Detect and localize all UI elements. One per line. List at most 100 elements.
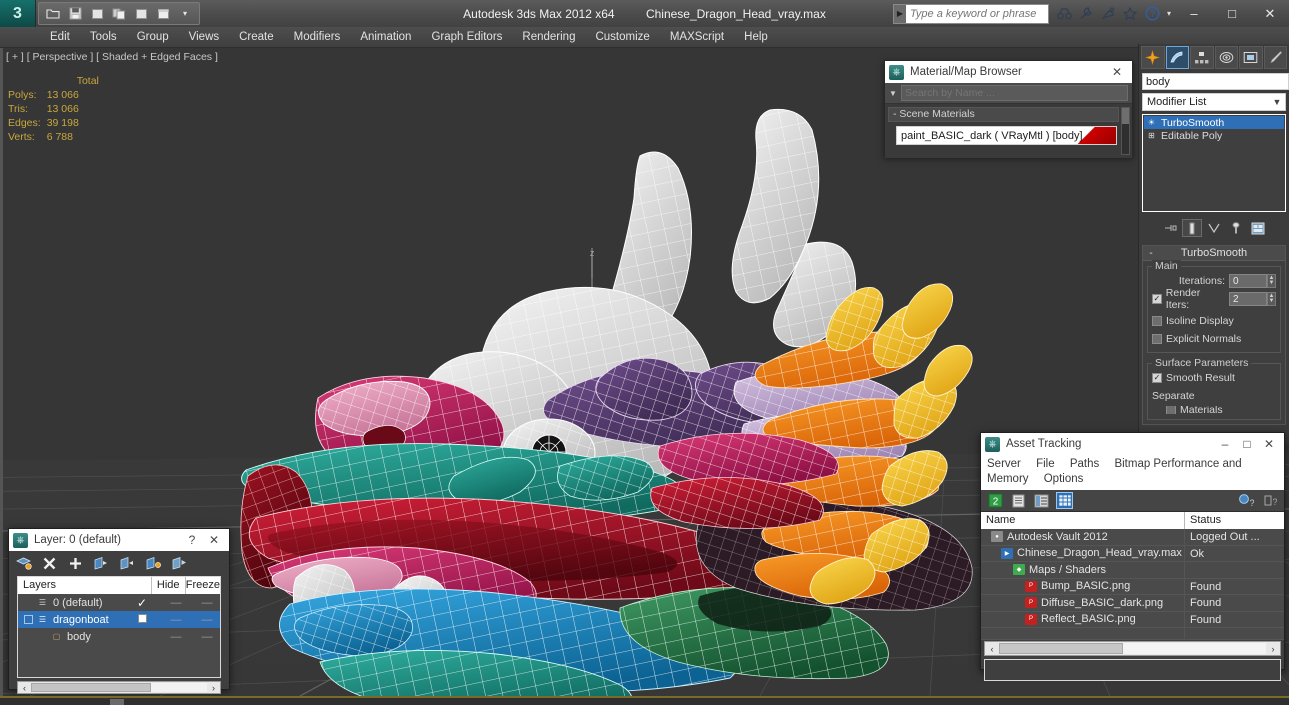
at-menu-file[interactable]: File: [1036, 458, 1055, 470]
layer-freeze-cell[interactable]: —: [194, 597, 220, 609]
explicit-normals-row[interactable]: Explicit Normals: [1152, 331, 1276, 347]
motion-tab[interactable]: [1214, 46, 1238, 69]
at-menu-bitmap-performance[interactable]: Bitmap Performance and Memory: [987, 458, 1242, 485]
layer-table[interactable]: Layers Hide Freeze ☰ 0 (default) ✓ — — ☰…: [17, 576, 221, 678]
show-end-result-icon[interactable]: [1182, 219, 1202, 237]
plus-box-icon[interactable]: ⊞: [1146, 130, 1157, 141]
menu-item-create[interactable]: Create: [229, 27, 284, 48]
scroll-right-icon[interactable]: ›: [1266, 644, 1280, 654]
minimize-button[interactable]: –: [1175, 0, 1213, 27]
material-list-item[interactable]: paint_BASIC_dark ( VRayMtl ) [body]: [896, 126, 1117, 145]
layer-freeze-cell[interactable]: —: [194, 614, 220, 626]
materials-checkbox[interactable]: [1166, 406, 1176, 414]
layer-active-check[interactable]: [126, 613, 158, 626]
table-row[interactable]: P Bump_BASIC.png Found: [981, 578, 1284, 595]
rollout-header[interactable]: - TurboSmooth: [1143, 246, 1285, 261]
explicit-normals-checkbox[interactable]: [1152, 334, 1162, 344]
chevron-down-icon[interactable]: ▼: [1269, 97, 1285, 107]
add-selection-icon[interactable]: [67, 555, 84, 572]
scrollbar-thumb[interactable]: [31, 683, 151, 692]
asset-maximize-button[interactable]: □: [1236, 434, 1258, 454]
scrollbar-track[interactable]: [151, 683, 207, 692]
binoculars-icon[interactable]: [1053, 3, 1075, 25]
asset-tracking-window[interactable]: ⎈ Asset Tracking – □ ✕ Server File Paths…: [980, 432, 1285, 681]
modify-tab[interactable]: [1165, 46, 1189, 69]
table-row[interactable]: ◆ Maps / Shaders: [981, 562, 1284, 579]
layer-select-checkbox[interactable]: [24, 615, 33, 624]
search-input[interactable]: [906, 4, 1048, 23]
rollout-collapse-icon[interactable]: -: [1143, 248, 1159, 259]
save-file-icon[interactable]: [65, 4, 85, 23]
highlight-selected-icon[interactable]: [145, 555, 162, 572]
help-icon[interactable]: ?: [1141, 3, 1163, 25]
menu-item-animation[interactable]: Animation: [350, 27, 421, 48]
create-tab[interactable]: [1141, 46, 1165, 69]
asset-close-button[interactable]: ✕: [1258, 434, 1280, 454]
spinner-arrows-icon[interactable]: ▲ ▼: [1267, 274, 1276, 288]
smooth-result-row[interactable]: ✓ Smooth Result: [1152, 370, 1276, 386]
spinner-arrows-icon[interactable]: ▲ ▼: [1267, 292, 1276, 306]
column-header-name[interactable]: Name: [981, 512, 1185, 529]
menu-item-maxscript[interactable]: MAXScript: [660, 27, 734, 48]
material-browser-close-button[interactable]: ✕: [1106, 62, 1128, 82]
scroll-left-icon[interactable]: ‹: [985, 644, 999, 654]
object-name-input[interactable]: [1142, 73, 1289, 90]
material-browser-scrollbar[interactable]: [1121, 107, 1130, 155]
asset-table-hscrollbar[interactable]: ‹ ›: [984, 641, 1281, 656]
material-browser-list[interactable]: - Scene Materials paint_BASIC_dark ( VRa…: [885, 104, 1132, 158]
scrollbar-thumb[interactable]: [1122, 108, 1129, 124]
open-file-icon[interactable]: [43, 4, 63, 23]
at-menu-paths[interactable]: Paths: [1070, 458, 1099, 470]
select-objects-in-layer-icon[interactable]: [93, 555, 110, 572]
app-logo-icon[interactable]: 3: [0, 0, 36, 27]
layer-help-button[interactable]: ?: [181, 530, 203, 550]
hide-layer-icon[interactable]: [171, 555, 188, 572]
undo-icon[interactable]: [87, 4, 107, 23]
satellite-icon[interactable]: [1097, 3, 1119, 25]
material-search-input[interactable]: [901, 85, 1128, 101]
new-scene-icon[interactable]: [131, 4, 151, 23]
layer-table-hscrollbar[interactable]: ‹ ›: [17, 681, 221, 694]
render-iters-checkbox[interactable]: ✓: [1152, 294, 1162, 304]
list-view-icon[interactable]: [1010, 492, 1027, 509]
column-header-status[interactable]: Status: [1185, 512, 1284, 529]
scroll-left-icon[interactable]: ‹: [18, 683, 31, 693]
materials-row[interactable]: Materials: [1152, 406, 1276, 414]
scrollbar-track[interactable]: [1123, 643, 1266, 654]
remove-modifier-icon[interactable]: [1226, 219, 1246, 237]
render-iters-spinner[interactable]: 2 ▲ ▼: [1229, 292, 1276, 306]
modifier-list-dropdown[interactable]: Modifier List ▼: [1142, 93, 1286, 111]
lightbulb-icon[interactable]: ☀: [1146, 117, 1157, 128]
layer-hide-cell[interactable]: —: [158, 614, 194, 626]
menu-item-tools[interactable]: Tools: [80, 27, 127, 48]
scrollbar-thumb[interactable]: [999, 643, 1123, 654]
asset-minimize-button[interactable]: –: [1214, 434, 1236, 454]
search-box[interactable]: ▶: [893, 3, 1049, 24]
table-row[interactable]: P Reflect_BASIC.png Found: [981, 611, 1284, 628]
help-asset-icon[interactable]: ?: [1261, 492, 1278, 509]
viewport-label[interactable]: [ + ] [ Perspective ] [ Shaded + Edged F…: [6, 51, 218, 63]
isoline-display-checkbox[interactable]: [1152, 316, 1162, 326]
maximize-button[interactable]: □: [1213, 0, 1251, 27]
column-header-layers[interactable]: Layers: [18, 577, 120, 594]
create-new-layer-icon[interactable]: [15, 555, 32, 572]
table-row[interactable]: ▶ Chinese_Dragon_Head_vray.max Ok: [981, 545, 1284, 562]
iterations-spinner[interactable]: 0 ▲ ▼: [1229, 274, 1276, 288]
menu-item-modifiers[interactable]: Modifiers: [284, 27, 351, 48]
menu-item-rendering[interactable]: Rendering: [512, 27, 585, 48]
scroll-right-icon[interactable]: ›: [207, 683, 220, 693]
help-dropdown-icon[interactable]: ▾: [1163, 3, 1175, 25]
qat-dropdown-icon[interactable]: ▾: [175, 4, 195, 23]
table-row[interactable]: P Diffuse_BASIC_dark.png Found: [981, 595, 1284, 612]
menu-item-graph-editors[interactable]: Graph Editors: [421, 27, 512, 48]
isoline-display-row[interactable]: Isoline Display: [1152, 313, 1276, 329]
collapse-icon[interactable]: -: [893, 108, 897, 120]
layer-freeze-cell[interactable]: —: [194, 631, 220, 643]
menu-item-group[interactable]: Group: [127, 27, 179, 48]
reset-icon[interactable]: [153, 4, 173, 23]
add-asset-icon[interactable]: ?: [1237, 492, 1254, 509]
modifier-stack[interactable]: ☀ TurboSmooth ⊞ Editable Poly: [1142, 114, 1286, 212]
grid-view-icon[interactable]: [1056, 492, 1073, 509]
utilities-tab[interactable]: [1263, 46, 1287, 69]
display-tab[interactable]: [1239, 46, 1263, 69]
